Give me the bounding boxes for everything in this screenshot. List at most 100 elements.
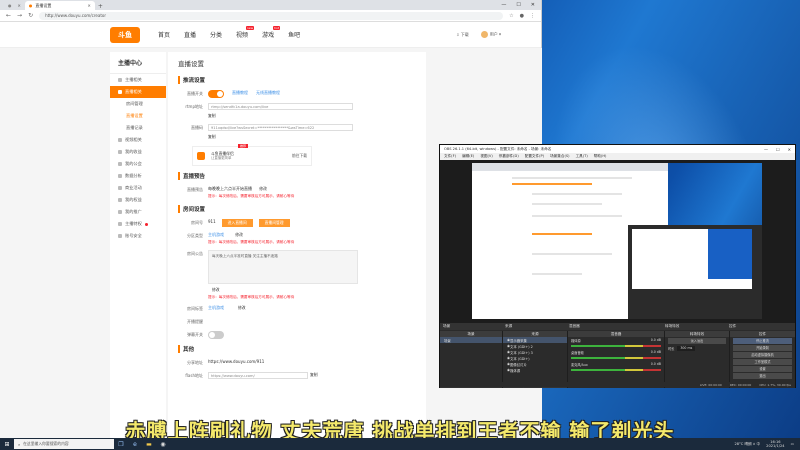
obs-statusbar: LIVE: 00:00:00 REC: 00:00:00 CPU: 1.7%, 30…	[440, 382, 795, 387]
obs-close-icon[interactable]: ✕	[788, 147, 791, 152]
taskbar-search-input[interactable]: ⌕ 在这里输入你要搜索的内容	[14, 439, 114, 449]
rtmp-copy-button[interactable]: 复制	[208, 113, 353, 119]
mixer-volume-meter[interactable]	[571, 345, 661, 347]
nav-game[interactable]: 游戏 hot	[262, 26, 281, 39]
obs-control-button[interactable]: 退出	[733, 373, 792, 379]
sidebar-item[interactable]: 主播相关	[110, 74, 166, 86]
duration-input[interactable]: 300 ms	[677, 346, 696, 351]
obs-menu-item[interactable]: 视图(V)	[480, 154, 492, 159]
douyu-logo[interactable]: 斗鱼	[110, 26, 140, 43]
rtmp-input[interactable]: rtmp://sendfc1a.douyu.com/live	[208, 103, 353, 110]
obs-control-button[interactable]: 工作室模式	[733, 359, 792, 365]
nav-fishbar[interactable]: 鱼吧	[288, 30, 300, 39]
sidebar-item[interactable]: 我的收益	[110, 146, 166, 158]
close-tab-icon[interactable]: ✕	[88, 3, 91, 8]
obs-menu-item[interactable]: 编辑(E)	[462, 154, 474, 159]
push-switch-toggle[interactable]	[208, 90, 224, 98]
close-window-icon[interactable]: ✕	[531, 2, 535, 8]
stream-key-copy-button[interactable]: 复制	[208, 134, 353, 140]
room-notice-textarea[interactable]: 每天晚上六点半准时直播 关注主播不迷路	[208, 250, 358, 284]
obs-menu-item[interactable]: 文件(F)	[444, 154, 456, 159]
sidebar-item[interactable]: 直播相关	[110, 86, 166, 98]
mixer-volume-meter[interactable]	[571, 357, 661, 359]
sidebar-item[interactable]: 主播特权	[110, 218, 166, 230]
sidebar-item-label: 我的收益	[125, 149, 142, 154]
browser-tab-inactive[interactable]: ● ✕	[4, 1, 25, 10]
obs-menu-item[interactable]: 配置文件(P)	[525, 154, 544, 159]
sidebar-item[interactable]: 直播设置	[110, 110, 166, 122]
download-link[interactable]: ⇩ 下载	[456, 32, 469, 38]
sidebar-item[interactable]: 视频相关	[110, 134, 166, 146]
maximize-icon[interactable]: ☐	[516, 2, 520, 8]
browser-tab-active[interactable]: ● 直播设置 ✕	[24, 1, 95, 10]
minimize-icon[interactable]: —	[501, 2, 506, 8]
user-menu[interactable]: 用户 ▾	[480, 31, 501, 38]
nav-category[interactable]: 分类	[210, 30, 222, 39]
obs-maximize-icon[interactable]: ☐	[776, 147, 780, 152]
transition-select[interactable]: 淡入淡出	[668, 338, 726, 344]
obs-icon[interactable]: ◉	[156, 438, 170, 450]
sidebar-item[interactable]: 直播记录	[110, 122, 166, 134]
scene-item[interactable]: 场景	[440, 337, 502, 343]
flash-input[interactable]: https://www.douyu.com/	[208, 372, 308, 379]
reload-icon[interactable]: ↻	[28, 12, 33, 19]
forward-icon[interactable]: →	[17, 12, 22, 19]
room-category[interactable]: 主机游戏	[208, 232, 224, 237]
obs-control-button[interactable]: 设置	[733, 366, 792, 372]
room-mute-toggle[interactable]	[208, 331, 224, 339]
tab-favicon-icon: ●	[8, 3, 12, 8]
clock[interactable]: 16:16 2021/1/24	[766, 440, 784, 448]
obs-menu-item[interactable]: 工具(T)	[576, 154, 588, 159]
sidebar-item-icon	[118, 210, 122, 214]
notice-edit-button[interactable]: 修改	[259, 186, 267, 191]
sidebar-item[interactable]: 房间管理	[110, 98, 166, 110]
room-label-value[interactable]: 主机游戏	[208, 305, 224, 311]
obs-minimize-icon[interactable]: —	[764, 147, 768, 152]
sidebar-item[interactable]: 我的权益	[110, 194, 166, 206]
sidebar-item[interactable]: 账号安全	[110, 230, 166, 242]
room-category-edit-button[interactable]: 修改	[235, 232, 243, 237]
room-manage-button[interactable]: 直播间管理	[258, 219, 290, 227]
url-input[interactable]: http://www.douyu.com/creator	[39, 11, 504, 20]
obs-preview[interactable]	[440, 160, 795, 323]
obs-control-button[interactable]: 停止推流	[733, 338, 792, 344]
obs-menu-item[interactable]: 帮助(H)	[594, 154, 607, 159]
header-right: ⇩ 下载 用户 ▾	[456, 31, 501, 38]
flash-copy-button[interactable]: 复制	[310, 372, 318, 378]
obs-menu-item[interactable]: 场景集合(S)	[550, 154, 569, 159]
obs-menu-item[interactable]: 停靠部件(D)	[499, 154, 519, 159]
explorer-icon[interactable]: ▬	[142, 438, 156, 450]
companion-download-banner[interactable]: 斗鱼直播伴侣 让直播更简单 前往下载	[192, 146, 312, 166]
sidebar-item[interactable]: 我的推广	[110, 206, 166, 218]
menu-icon[interactable]: ⋮	[530, 13, 535, 19]
close-tab-icon[interactable]: ✕	[18, 3, 21, 8]
sidebar-item[interactable]: 数据分析	[110, 170, 166, 182]
sidebar-item[interactable]: 我的公会	[110, 158, 166, 170]
profile-icon[interactable]: ●	[520, 13, 524, 19]
nav-home[interactable]: 首页	[158, 30, 170, 39]
mixer-volume-meter[interactable]	[571, 369, 661, 371]
obs-control-button[interactable]: 启动虚拟摄像机	[733, 352, 792, 358]
source-item[interactable]: ◉ 媒体源	[503, 367, 567, 373]
obs-control-button[interactable]: 开始录制	[733, 345, 792, 351]
stream-key-input[interactable]: 911xqdsd/live?wsSecret=*****************…	[208, 124, 353, 131]
room-category-warning: 提示：每次修改后，需要审核后方可展示，请耐心等待	[208, 240, 295, 244]
nav-video[interactable]: 视频 new	[236, 26, 255, 39]
new-tab-icon[interactable]: +	[95, 3, 106, 10]
banner-download-button[interactable]: 前往下载	[292, 153, 307, 159]
wireless-tutorial-link[interactable]: 无线直播教程	[256, 90, 280, 96]
star-icon[interactable]: ☆	[509, 13, 513, 19]
push-tutorial-link[interactable]: 直播教程	[232, 90, 248, 96]
back-icon[interactable]: ←	[6, 12, 11, 19]
sidebar-item[interactable]: 商业活动	[110, 182, 166, 194]
task-view-icon[interactable]: ❐	[114, 438, 128, 450]
edge-icon[interactable]: e	[128, 438, 142, 450]
enter-room-button[interactable]: 进入直播间	[221, 219, 253, 227]
nav-live[interactable]: 直播	[184, 30, 196, 39]
notification-icon[interactable]: ▭	[791, 442, 794, 446]
room-notice-edit-button[interactable]: 修改	[212, 287, 358, 293]
room-mute-row: 弹幕开关	[178, 331, 416, 339]
user-name: 用户	[489, 31, 498, 37]
windows-start-icon[interactable]: ⊞	[0, 438, 14, 450]
room-label-edit-button[interactable]: 修改	[238, 305, 246, 311]
